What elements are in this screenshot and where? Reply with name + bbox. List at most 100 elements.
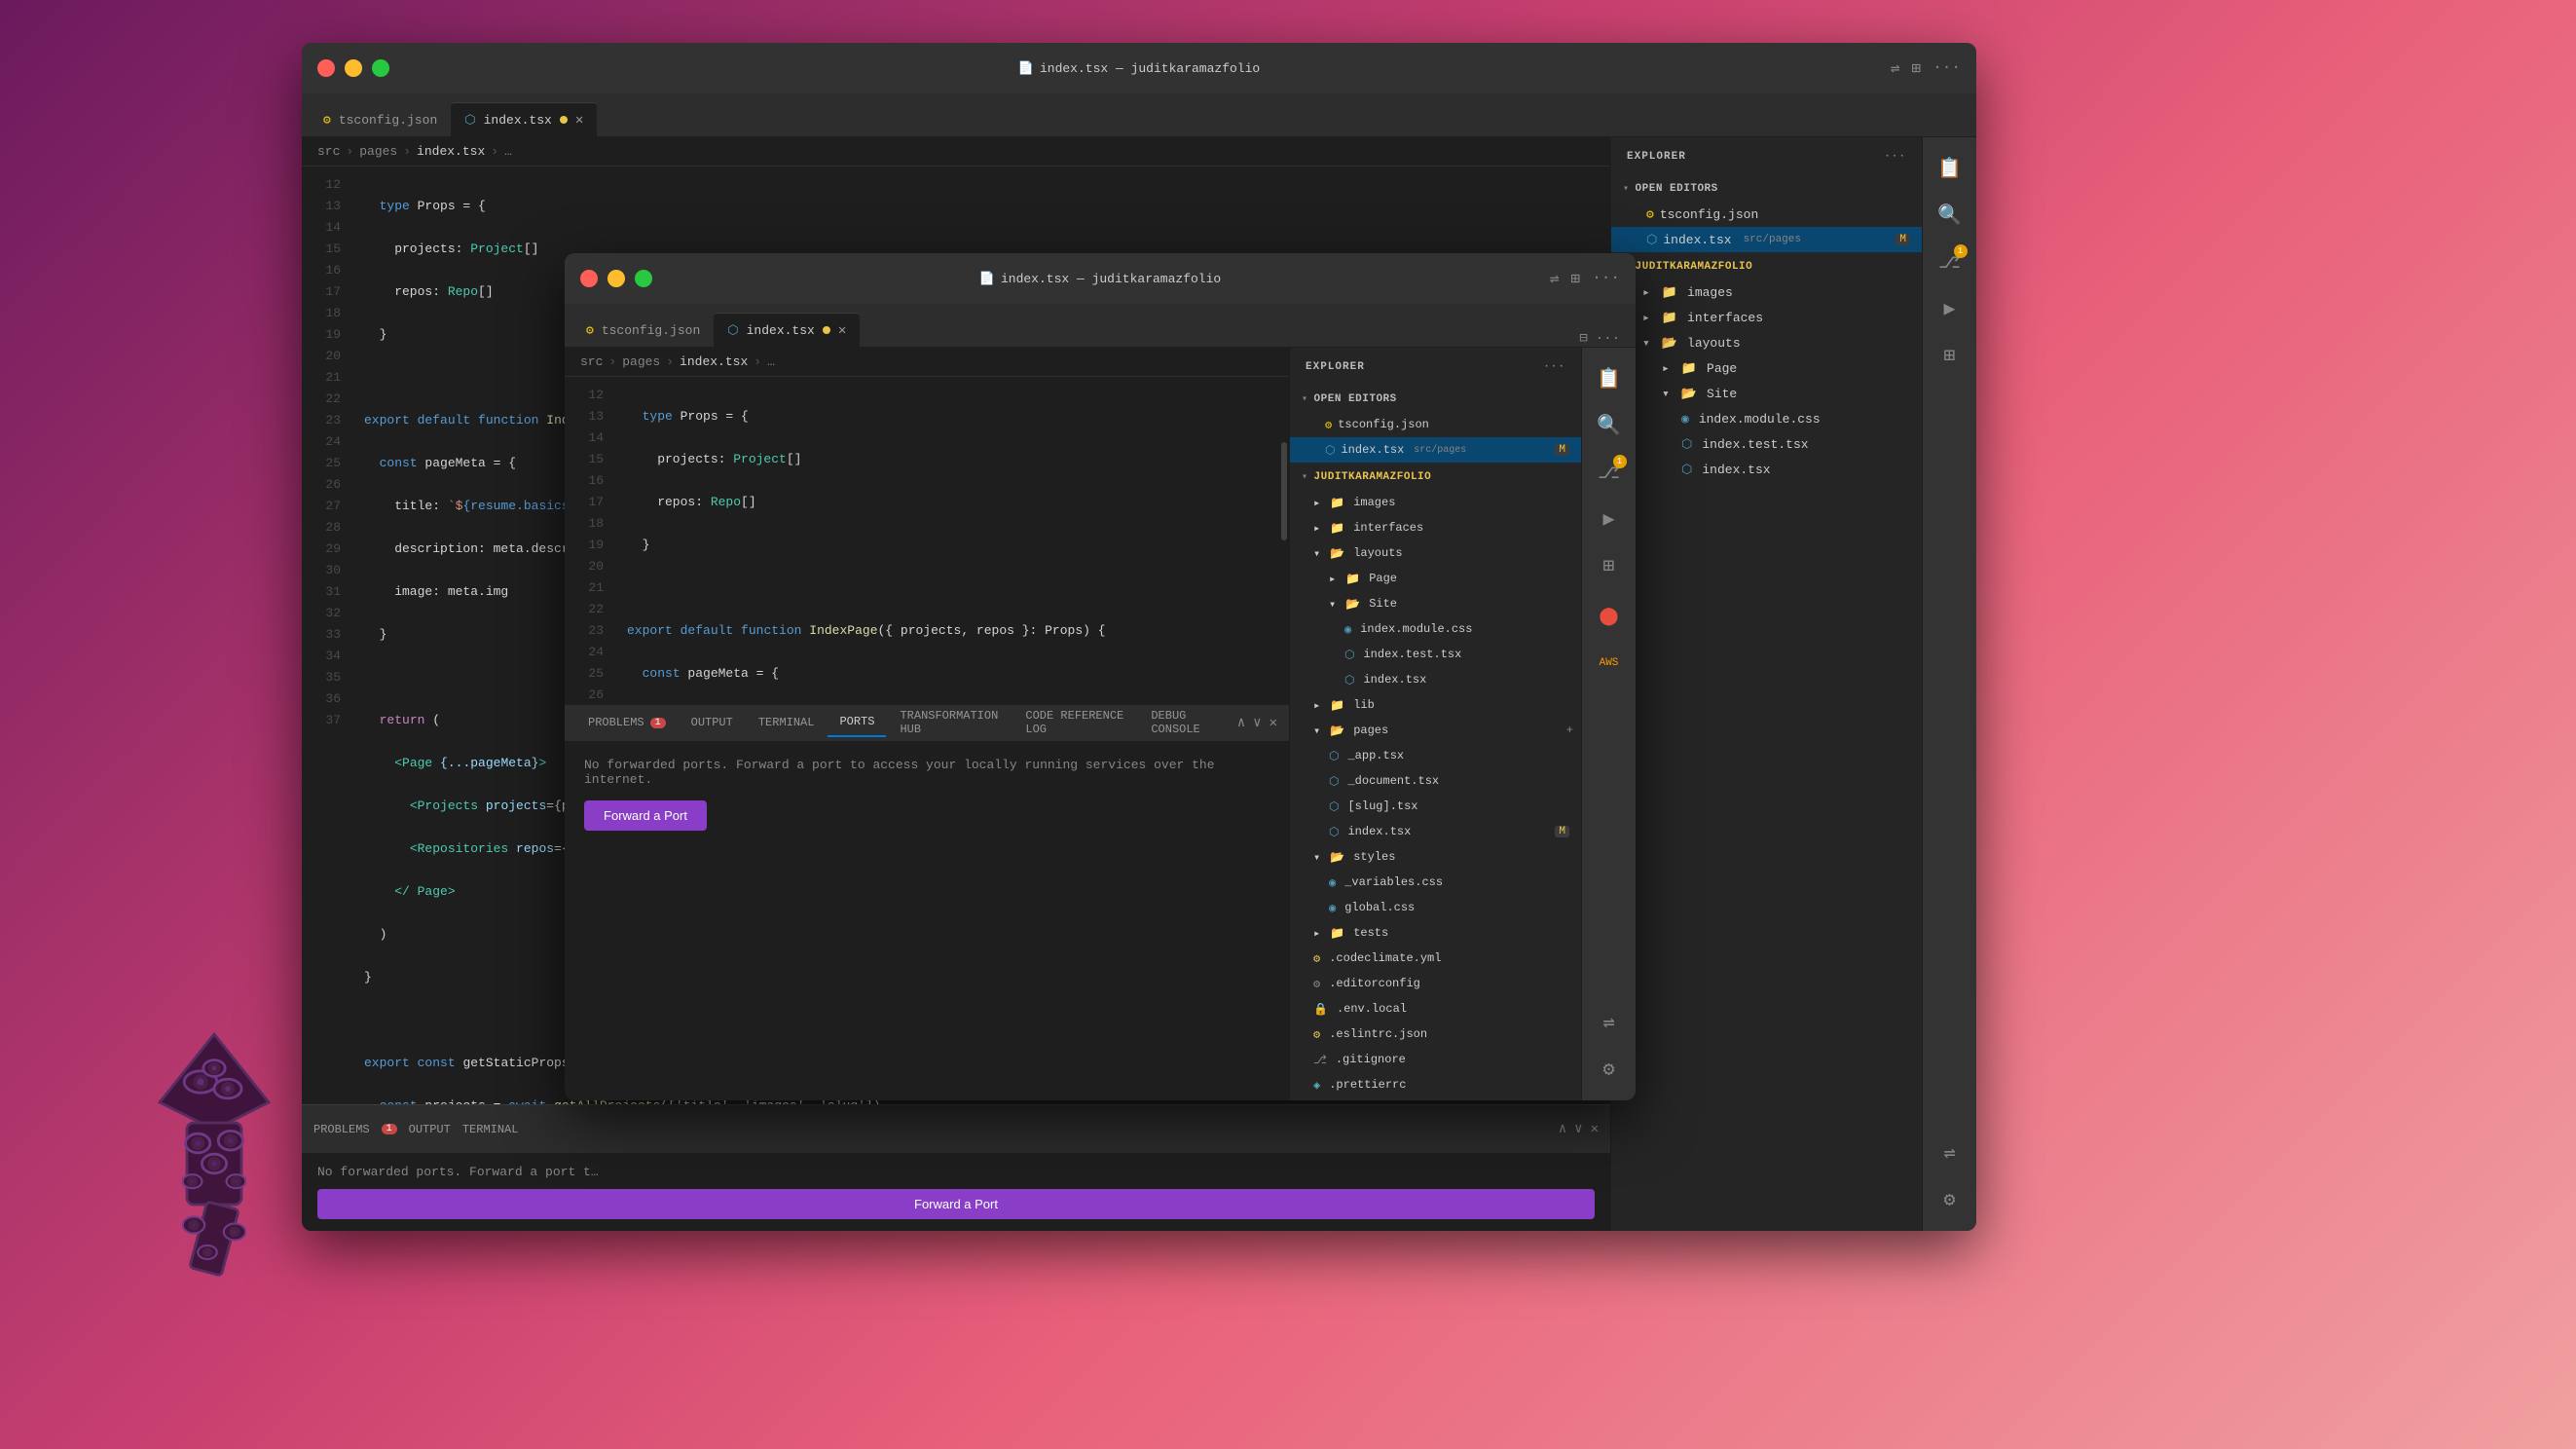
forward-port-button-1[interactable]: Forward a Port xyxy=(317,1189,1595,1219)
sidebar-more-1[interactable]: ··· xyxy=(1884,151,1906,163)
folder-interfaces-2[interactable]: ▸ 📁 interfaces xyxy=(1290,515,1581,540)
settings-icon[interactable]: ⚙ xyxy=(1929,1178,1971,1221)
outline-section: ▸ OUTLINE xyxy=(1290,1099,1581,1100)
file-indexmodule-1[interactable]: ◉ index.module.css xyxy=(1611,406,1922,431)
file-app[interactable]: ⬡ _app.tsx xyxy=(1290,743,1581,768)
tab-close-1[interactable]: ✕ xyxy=(575,112,583,129)
more-icon-2[interactable]: ··· xyxy=(1592,269,1620,288)
explorer-icon-2[interactable]: 📋 xyxy=(1588,357,1631,400)
extensions-icon[interactable]: ⊞ xyxy=(1929,334,1971,377)
search-icon[interactable]: 🔍 xyxy=(1929,194,1971,237)
settings-icon-2[interactable]: ⚙ xyxy=(1588,1048,1631,1091)
panel-close-2[interactable]: ✕ xyxy=(1270,715,1277,731)
open-editors-header-2[interactable]: ▾ OPEN EDITORS xyxy=(1290,387,1581,412)
folder-new-icon[interactable]: + xyxy=(1566,724,1573,737)
file-variables[interactable]: ◉ _variables.css xyxy=(1290,870,1581,895)
folder-site-2[interactable]: ▾ 📂 Site xyxy=(1290,591,1581,616)
layout-icon-2[interactable]: ⊞ xyxy=(1571,269,1581,288)
file-slug[interactable]: ⬡ [slug].tsx xyxy=(1290,794,1581,819)
remote-icon[interactable]: ⇌ xyxy=(1929,1132,1971,1174)
panel-tab-problems[interactable]: PROBLEMS 1 xyxy=(576,708,678,737)
file-index-1[interactable]: ⬡ index.tsx xyxy=(1611,457,1922,482)
panel-close-1[interactable]: ✕ xyxy=(1591,1121,1599,1137)
folder-images-2[interactable]: ▸ 📁 images xyxy=(1290,490,1581,515)
file-editorconfig[interactable]: ⚙ .editorconfig xyxy=(1290,971,1581,996)
folder-tests[interactable]: ▸ 📁 tests xyxy=(1290,920,1581,946)
file-indexmodule-2[interactable]: ◉ index.module.css xyxy=(1290,616,1581,642)
close-button[interactable] xyxy=(317,59,335,77)
panel-icon-1[interactable]: ∧ xyxy=(1559,1121,1566,1137)
remote-icon[interactable]: ⇌ xyxy=(1891,58,1900,78)
folder-lib-2[interactable]: ▸ 📁 lib xyxy=(1290,692,1581,718)
scrollbar-track[interactable] xyxy=(1275,377,1289,705)
folder-interfaces-1[interactable]: ▸ 📁 interfaces xyxy=(1611,305,1922,330)
file-codeclimate[interactable]: ⚙ .codeclimate.yml xyxy=(1290,946,1581,971)
panel-tab-debug[interactable]: DEBUG CONSOLE xyxy=(1139,708,1234,737)
folder-page-2[interactable]: ▸ 📁 Page xyxy=(1290,566,1581,591)
maximize-button-2[interactable] xyxy=(635,270,652,287)
file-eslintrc[interactable]: ⚙ .eslintrc.json xyxy=(1290,1022,1581,1047)
remote-icon-2[interactable]: ⇌ xyxy=(1550,269,1560,288)
panel-tab-coderef[interactable]: CODE REFERENCE LOG xyxy=(1013,708,1137,737)
folder-pages-2[interactable]: ▾ 📂 pages + xyxy=(1290,718,1581,743)
file-indextest-1[interactable]: ⬡ index.test.tsx xyxy=(1611,431,1922,457)
git-icon[interactable]: ⎇ 1 xyxy=(1929,241,1971,283)
close-button-2[interactable] xyxy=(580,270,598,287)
tab-tsconfig-2[interactable]: ⚙ tsconfig.json xyxy=(572,313,714,347)
file-envlocal[interactable]: 🔒 .env.local xyxy=(1290,996,1581,1022)
open-file-index-2[interactable]: ⬡ index.tsx src/pages M xyxy=(1290,437,1581,463)
folder-layouts-2[interactable]: ▾ 📂 layouts xyxy=(1290,540,1581,566)
remote-icon-3[interactable]: ⇌ xyxy=(1588,1001,1631,1044)
folder-page-1[interactable]: ▸ 📁 Page xyxy=(1611,355,1922,381)
layout-icon[interactable]: ⊞ xyxy=(1912,58,1922,78)
panel-tab-terminal[interactable]: TERMINAL xyxy=(747,708,827,737)
open-file-tsconfig-1[interactable]: ⚙ tsconfig.json xyxy=(1611,202,1922,227)
open-file-tsconfig-2[interactable]: ⚙ tsconfig.json xyxy=(1290,412,1581,437)
file-document[interactable]: ⬡ _document.tsx xyxy=(1290,768,1581,794)
tab-tsconfig-1[interactable]: ⚙ tsconfig.json xyxy=(310,102,451,136)
tab-index-1[interactable]: ⬡ index.tsx ✕ xyxy=(451,102,597,136)
git-badge: 1 xyxy=(1954,244,1968,258)
more-tabs-icon[interactable]: ··· xyxy=(1596,331,1620,347)
run-icon-2[interactable]: ▶ xyxy=(1588,498,1631,540)
panel-icon-2[interactable]: ∨ xyxy=(1574,1121,1582,1137)
open-editors-header-1[interactable]: ▾ OPEN EDITORS xyxy=(1611,176,1922,202)
explorer-icon[interactable]: 📋 xyxy=(1929,147,1971,190)
red-circle-icon[interactable]: ⬤ xyxy=(1588,595,1631,638)
scrollbar-thumb[interactable] xyxy=(1281,442,1287,540)
project-header-2[interactable]: ▾ JUDITKARAMAZFOLIO xyxy=(1290,464,1581,490)
file-index-pages[interactable]: ⬡ index.tsx M xyxy=(1290,819,1581,844)
file-global[interactable]: ◉ global.css xyxy=(1290,895,1581,920)
panel-tab-output[interactable]: OUTPUT xyxy=(680,708,745,737)
code-editor-2[interactable]: 1213141516 1718192021 2223242526 2728293… xyxy=(565,377,1289,705)
file-index-2[interactable]: ⬡ index.tsx xyxy=(1290,667,1581,692)
file-prettierrc[interactable]: ◈ .prettierrc xyxy=(1290,1072,1581,1097)
split-editor-icon[interactable]: ⊟ xyxy=(1579,330,1587,347)
panel-chevron-up[interactable]: ∧ xyxy=(1237,715,1245,731)
panel-tab-transformation[interactable]: TRANSFORMATION HUB xyxy=(888,708,1012,737)
panel-tab-ports[interactable]: PORTS xyxy=(828,708,886,737)
sidebar-more-2[interactable]: ··· xyxy=(1543,361,1565,373)
folder-site-1[interactable]: ▾ 📂 Site xyxy=(1611,381,1922,406)
minimize-button-2[interactable] xyxy=(607,270,625,287)
more-icon[interactable]: ··· xyxy=(1932,58,1961,78)
panel-chevron-down[interactable]: ∨ xyxy=(1253,715,1261,731)
folder-images-1[interactable]: ▸ 📁 images xyxy=(1611,279,1922,305)
search-icon-2[interactable]: 🔍 xyxy=(1588,404,1631,447)
file-indextest-2[interactable]: ⬡ index.test.tsx xyxy=(1290,642,1581,667)
project-header-1[interactable]: ▾ JUDITKARAMAZFOLIO xyxy=(1611,254,1922,279)
forward-port-button-2[interactable]: Forward a Port xyxy=(584,800,707,831)
folder-layouts-1[interactable]: ▾ 📂 layouts xyxy=(1611,330,1922,355)
minimize-button[interactable] xyxy=(345,59,362,77)
git-icon-3[interactable]: ⎇ 1 xyxy=(1588,451,1631,494)
run-icon[interactable]: ▶ xyxy=(1929,287,1971,330)
tab-index-2[interactable]: ⬡ index.tsx ✕ xyxy=(714,313,860,347)
folder-styles[interactable]: ▾ 📂 styles xyxy=(1290,844,1581,870)
aws-icon[interactable]: AWS xyxy=(1588,642,1631,685)
file-gitignore[interactable]: ⎇ .gitignore xyxy=(1290,1047,1581,1072)
maximize-button[interactable] xyxy=(372,59,389,77)
extensions-icon-2[interactable]: ⊞ xyxy=(1588,544,1631,587)
outline-header[interactable]: ▸ OUTLINE xyxy=(1290,1099,1581,1100)
open-file-index-1[interactable]: ⬡ index.tsx src/pages M xyxy=(1611,227,1922,252)
tab-close-2[interactable]: ✕ xyxy=(838,322,846,339)
